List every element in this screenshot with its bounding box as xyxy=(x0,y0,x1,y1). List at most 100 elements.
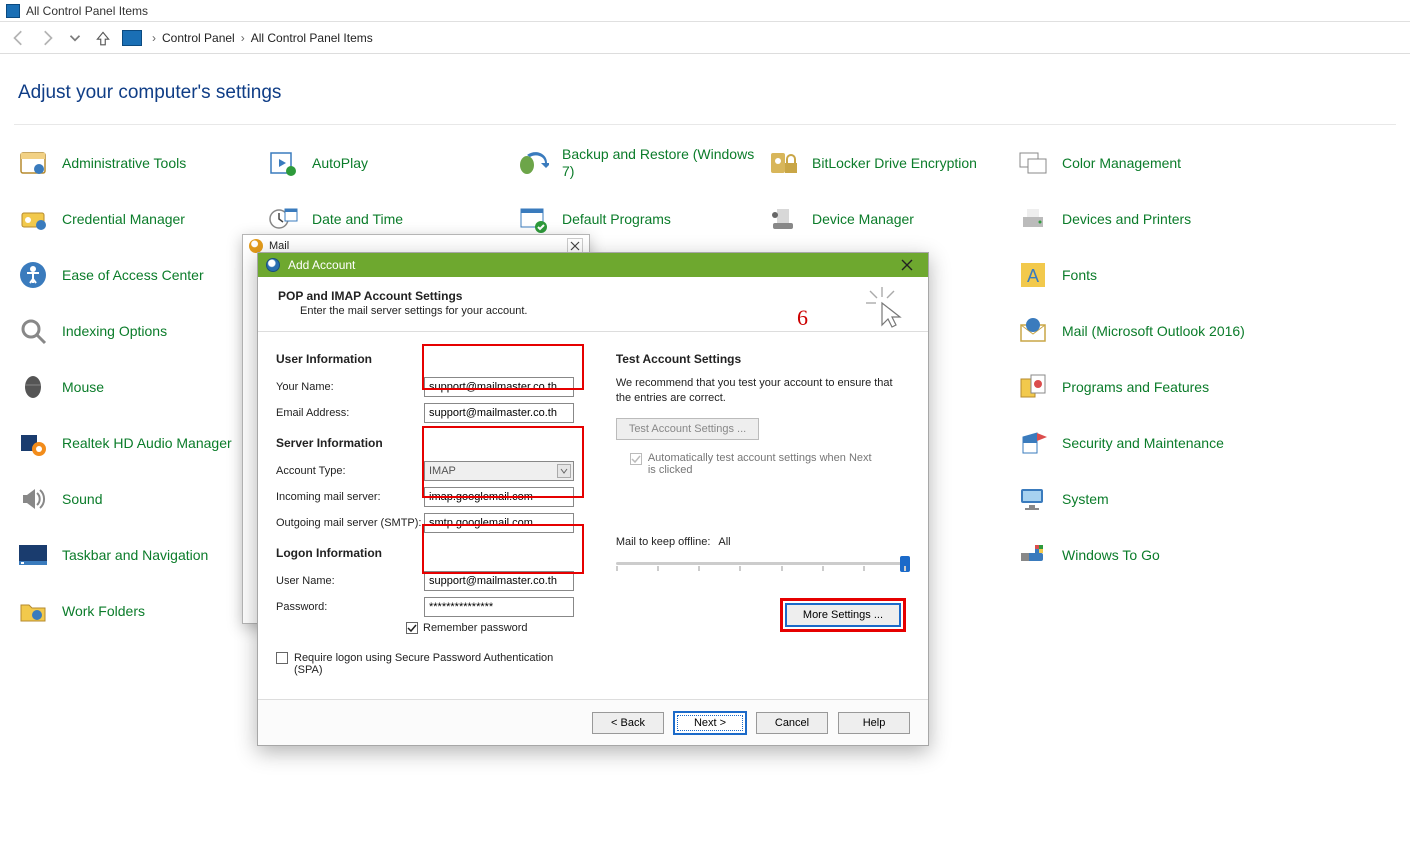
backup-icon xyxy=(516,146,550,180)
cp-item-label: Devices and Printers xyxy=(1062,211,1191,228)
breadcrumb-current[interactable]: All Control Panel Items xyxy=(251,31,373,45)
cp-item-device-manager[interactable]: Device Manager xyxy=(766,199,1011,239)
email-label: Email Address: xyxy=(276,407,424,419)
window-title-bar: All Control Panel Items xyxy=(0,0,1410,22)
sound-icon xyxy=(16,482,50,516)
cp-item-fonts[interactable]: AFonts xyxy=(1016,255,1261,295)
add-account-dialog: Add Account POP and IMAP Account Setting… xyxy=(257,252,929,746)
workfolders-icon xyxy=(16,594,50,628)
cp-item-taskbar-and-navigation[interactable]: Taskbar and Navigation xyxy=(16,535,261,575)
cp-item-security-and-maintenance[interactable]: Security and Maintenance xyxy=(1016,423,1261,463)
username-field[interactable] xyxy=(424,571,574,591)
cp-item-mouse[interactable]: Mouse xyxy=(16,367,261,407)
dialog-subheading: Enter the mail server settings for your … xyxy=(300,305,908,317)
cp-item-autoplay[interactable]: AutoPlay xyxy=(266,143,511,183)
cp-item-label: Color Management xyxy=(1062,155,1181,172)
offline-slider[interactable] xyxy=(616,554,910,574)
cp-item-label: Windows To Go xyxy=(1062,547,1160,564)
cp-item-ease-of-access-center[interactable]: Ease of Access Center xyxy=(16,255,261,295)
cp-item-mail-microsoft-outlook-2016-[interactable]: Mail (Microsoft Outlook 2016) xyxy=(1016,311,1261,351)
cp-item-label: BitLocker Drive Encryption xyxy=(812,155,977,172)
forward-icon[interactable] xyxy=(38,29,56,47)
user-info-heading: User Information xyxy=(276,352,590,366)
auto-test-label: Automatically test account settings when… xyxy=(648,452,878,476)
offline-value: All xyxy=(718,536,730,548)
spa-row[interactable]: Require logon using Secure Password Auth… xyxy=(276,652,590,676)
taskbar-icon xyxy=(16,538,50,572)
system-icon xyxy=(1016,482,1050,516)
controlpanel-icon xyxy=(6,4,20,18)
cp-item-programs-and-features[interactable]: Programs and Features xyxy=(1016,367,1261,407)
cp-item-color-management[interactable]: Color Management xyxy=(1016,143,1261,183)
cp-item-label: Taskbar and Navigation xyxy=(62,547,208,564)
outgoing-server-field[interactable] xyxy=(424,513,574,533)
ease-icon xyxy=(16,258,50,292)
cp-item-bitlocker-drive-encryption[interactable]: BitLocker Drive Encryption xyxy=(766,143,1011,183)
cp-item-system[interactable]: System xyxy=(1016,479,1261,519)
breadcrumb-root[interactable]: Control Panel xyxy=(162,31,235,45)
cp-item-sound[interactable]: Sound xyxy=(16,479,261,519)
cp-item-label: Default Programs xyxy=(562,211,671,228)
close-icon[interactable] xyxy=(894,255,920,275)
incoming-server-field[interactable] xyxy=(424,487,574,507)
divider xyxy=(14,124,1396,125)
up-icon[interactable] xyxy=(94,29,112,47)
mouse-icon xyxy=(16,370,50,404)
cp-item-indexing-options[interactable]: Indexing Options xyxy=(16,311,261,351)
annotation-step-number: 6 xyxy=(797,305,808,331)
back-button[interactable]: < Back xyxy=(592,712,664,734)
outgoing-label: Outgoing mail server (SMTP): xyxy=(276,517,424,529)
cp-item-credential-manager[interactable]: Credential Manager xyxy=(16,199,261,239)
dialog-title: Add Account xyxy=(288,258,355,272)
password-field[interactable] xyxy=(424,597,574,617)
cp-item-administrative-tools[interactable]: Administrative Tools xyxy=(16,143,261,183)
more-settings-button[interactable]: More Settings ... xyxy=(786,604,900,626)
dialog-subheader: POP and IMAP Account Settings Enter the … xyxy=(258,277,928,332)
index-icon xyxy=(16,314,50,348)
email-field[interactable] xyxy=(424,403,574,423)
auto-test-row[interactable]: Automatically test account settings when… xyxy=(616,452,910,476)
remember-password-checkbox[interactable] xyxy=(406,622,418,634)
cp-item-backup-and-restore-windows-7-[interactable]: Backup and Restore (Windows 7) xyxy=(516,143,761,183)
dialog-header: Add Account xyxy=(258,253,928,277)
recent-down-icon[interactable] xyxy=(66,29,84,47)
cp-item-work-folders[interactable]: Work Folders xyxy=(16,591,261,631)
username-label: User Name: xyxy=(276,575,424,587)
cp-item-label: Programs and Features xyxy=(1062,379,1209,396)
account-type-select[interactable]: IMAP xyxy=(424,461,574,481)
account-type-value: IMAP xyxy=(429,465,456,477)
cp-item-label: Security and Maintenance xyxy=(1062,435,1224,452)
remember-password-label: Remember password xyxy=(423,622,528,634)
cp-item-date-and-time[interactable]: Date and Time xyxy=(266,199,511,239)
realtek-icon xyxy=(16,426,50,460)
your-name-label: Your Name: xyxy=(276,381,424,393)
color-icon xyxy=(1016,146,1050,180)
back-icon[interactable] xyxy=(10,29,28,47)
devprint-icon xyxy=(1016,202,1050,236)
cp-item-windows-to-go[interactable]: Windows To Go xyxy=(1016,535,1261,575)
test-settings-text: We recommend that you test your account … xyxy=(616,376,910,406)
test-settings-heading: Test Account Settings xyxy=(616,352,910,366)
remember-password-row[interactable]: Remember password xyxy=(406,622,590,634)
cp-item-label: Ease of Access Center xyxy=(62,267,204,284)
auto-test-checkbox[interactable] xyxy=(630,453,642,465)
mail-icon xyxy=(249,239,263,253)
your-name-field[interactable] xyxy=(424,377,574,397)
offline-label: Mail to keep offline: xyxy=(616,536,711,548)
cp-item-default-programs[interactable]: Default Programs xyxy=(516,199,761,239)
window-title: All Control Panel Items xyxy=(26,4,148,18)
test-account-button[interactable]: Test Account Settings ... xyxy=(616,418,759,440)
help-button[interactable]: Help xyxy=(838,712,910,734)
cp-item-label: Backup and Restore (Windows 7) xyxy=(562,146,761,180)
server-info-heading: Server Information xyxy=(276,436,590,450)
mail-dialog-title: Mail xyxy=(269,240,289,252)
mail-icon xyxy=(1016,314,1050,348)
spa-checkbox[interactable] xyxy=(276,652,288,664)
breadcrumb-controlpanel-icon[interactable] xyxy=(122,30,142,46)
cancel-button[interactable]: Cancel xyxy=(756,712,828,734)
cp-item-devices-and-printers[interactable]: Devices and Printers xyxy=(1016,199,1261,239)
offline-row: Mail to keep offline: All xyxy=(616,536,910,548)
cp-item-realtek-hd-audio-manager[interactable]: Realtek HD Audio Manager xyxy=(16,423,261,463)
page-title: Adjust your computer's settings xyxy=(18,82,1396,104)
next-button[interactable]: Next > xyxy=(674,712,746,734)
